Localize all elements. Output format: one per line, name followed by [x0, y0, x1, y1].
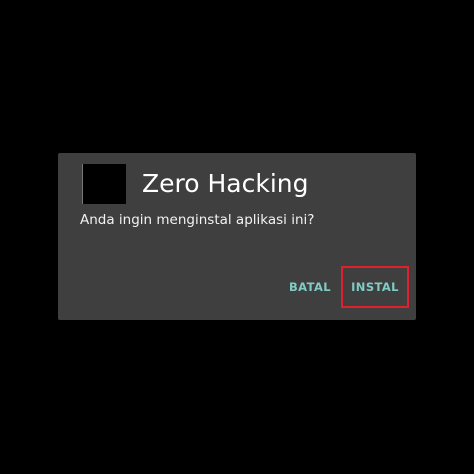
install-prompt-message: Anda ingin menginstal aplikasi ini? — [80, 212, 315, 228]
app-icon — [82, 164, 126, 204]
app-title: Zero Hacking — [142, 169, 309, 198]
screen: Zero Hacking Anda ingin menginstal aplik… — [0, 0, 474, 474]
cancel-button[interactable]: BATAL — [282, 266, 338, 308]
install-dialog: Zero Hacking Anda ingin menginstal aplik… — [58, 153, 416, 320]
dialog-actions: BATAL INSTAL — [58, 266, 416, 308]
install-button[interactable]: INSTAL — [341, 266, 409, 308]
